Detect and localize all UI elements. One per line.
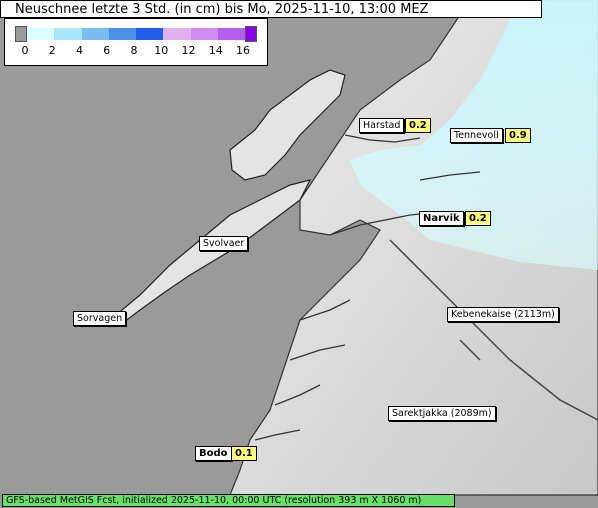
place-label-narvik: Narvik [419, 211, 464, 226]
legend-tick-label: 0 [21, 44, 29, 57]
model-info-footer: GFS-based MetGIS Fcst, initialized 2025-… [2, 494, 455, 507]
legend-cap-high [245, 26, 257, 42]
legend-color-bar [27, 28, 245, 40]
legend-tick-label: 14 [208, 44, 223, 57]
legend-segment [217, 28, 245, 40]
legend-segment [27, 28, 55, 40]
legend-segment [136, 28, 164, 40]
place-label-sarektjakka: Sarektjakka (2089m) [388, 406, 496, 421]
place-label-kebenekaise: Kebenekaise (2113m) [447, 307, 559, 322]
value-tennevoll: 0.9 [505, 128, 531, 143]
legend-tick-label: 4 [76, 44, 83, 57]
terrain-map [0, 0, 598, 508]
map-title: Neuschnee letzte 3 Std. (in cm) bis Mo, … [15, 2, 429, 17]
place-label-sorvagen: Sorvagen [73, 311, 127, 326]
legend-segment [190, 28, 218, 40]
legend-tick-label: 2 [48, 44, 56, 57]
legend-segment [81, 28, 109, 40]
legend-cap-low [15, 26, 27, 42]
color-legend: 0 2 4 6 8 10 12 14 16 [4, 18, 268, 66]
value-narvik: 0.2 [465, 211, 491, 226]
legend-segment [163, 28, 191, 40]
value-harstad: 0.2 [405, 118, 431, 133]
legend-tick-label: 16 [236, 44, 250, 57]
place-label-bodo: Bodo [195, 446, 232, 461]
legend-segment [108, 28, 136, 40]
legend-segment [54, 28, 82, 40]
legend-tick-label: 8 [130, 44, 138, 57]
place-label-harstad: Harstad [359, 118, 405, 133]
legend-tick-label: 6 [103, 44, 111, 57]
place-label-tennevoll: Tennevoll [450, 128, 503, 143]
place-label-svolvaer: Svolvaer [199, 236, 249, 251]
map-title-box: Neuschnee letzte 3 Std. (in cm) bis Mo, … [0, 0, 542, 18]
value-bodo: 0.1 [231, 446, 257, 461]
legend-tick-label: 12 [181, 44, 196, 57]
legend-tick-label: 10 [154, 44, 169, 57]
